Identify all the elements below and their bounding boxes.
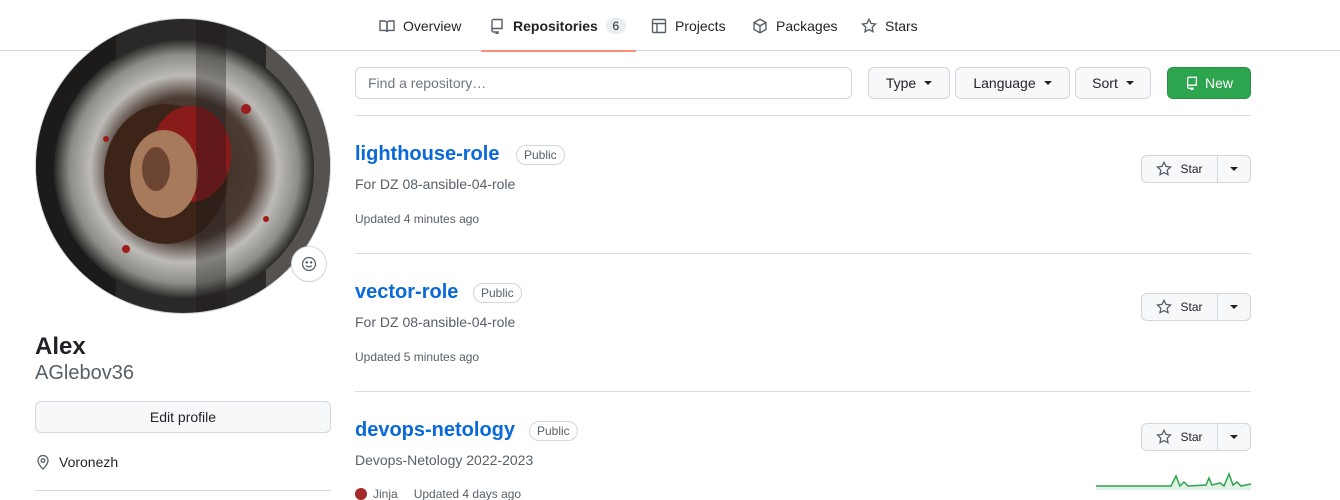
caret-down-icon (1230, 167, 1238, 171)
star-icon (1156, 161, 1173, 176)
sort-filter-button[interactable]: Sort (1075, 67, 1151, 99)
profile-login: AGlebov36 (35, 362, 134, 384)
repo-link[interactable]: lighthouse-role (355, 141, 499, 167)
edit-profile-button[interactable]: Edit profile (35, 401, 331, 433)
star-button[interactable]: Star (1141, 423, 1218, 451)
repo-updated: Updated 5 minutes ago (355, 350, 480, 364)
set-status-button[interactable] (291, 246, 327, 282)
new-repository-label: New (1204, 75, 1233, 91)
caret-down-icon (1043, 81, 1052, 85)
star-button-group: Star (1141, 423, 1251, 451)
caret-down-icon (1125, 81, 1134, 85)
star-icon (1156, 299, 1173, 314)
visibility-badge: Public (529, 421, 578, 441)
star-button[interactable]: Star (1141, 293, 1218, 321)
book-open-icon (379, 19, 395, 32)
table-icon (651, 18, 667, 33)
tab-overview[interactable]: Overview (379, 0, 461, 51)
language-filter-label: Language (973, 75, 1036, 91)
tab-stars-label: Stars (885, 17, 918, 34)
location-icon (37, 454, 49, 470)
caret-down-icon (1230, 435, 1238, 439)
language-filter-button[interactable]: Language (955, 67, 1070, 99)
find-repository-input[interactable] (355, 67, 852, 99)
avatar-container (35, 18, 331, 314)
tab-stars[interactable]: Stars (861, 0, 918, 51)
type-filter-label: Type (885, 75, 917, 91)
caret-down-icon (1230, 305, 1238, 309)
list-dropdown-button[interactable] (1218, 293, 1251, 321)
tab-packages-label: Packages (776, 17, 838, 34)
repo-meta: Updated 5 minutes ago (355, 350, 479, 364)
repo-description: For DZ 08-ansible-04-role (355, 176, 516, 192)
caret-down-icon (924, 81, 933, 85)
repositories-count: 6 (605, 17, 626, 34)
list-divider (355, 391, 1251, 392)
star-icon (1156, 429, 1173, 444)
star-label: Star (1180, 430, 1203, 444)
new-repository-button[interactable]: New (1167, 67, 1251, 99)
repo-meta: Updated 4 minutes ago (355, 212, 479, 226)
list-dropdown-button[interactable] (1218, 423, 1251, 451)
sidebar-divider (35, 490, 331, 491)
tab-projects-label: Projects (675, 17, 726, 34)
repo-language: Jinja (373, 487, 398, 500)
list-dropdown-button[interactable] (1218, 155, 1251, 183)
list-divider (355, 115, 1251, 116)
visibility-badge: Public (516, 145, 565, 165)
repo-link[interactable]: vector-role (355, 279, 458, 305)
star-button-group: Star (1141, 155, 1251, 183)
tab-packages[interactable]: Packages (752, 0, 837, 51)
profile-name: Alex (35, 333, 86, 360)
language-color-dot (355, 488, 367, 500)
star-button[interactable]: Star (1141, 155, 1218, 183)
smiley-icon (301, 256, 317, 272)
repo-icon (1186, 76, 1198, 90)
sort-filter-label: Sort (1092, 75, 1118, 91)
type-filter-button[interactable]: Type (868, 67, 950, 99)
repo-link[interactable]: devops-netology (355, 417, 515, 443)
star-icon (861, 17, 877, 33)
tab-projects[interactable]: Projects (651, 0, 726, 51)
location-label: Voronezh (59, 454, 119, 470)
repo-updated: Updated 4 minutes ago (355, 212, 480, 226)
avatar-image (36, 19, 330, 313)
star-label: Star (1180, 162, 1203, 176)
package-icon (753, 17, 767, 34)
star-button-group: Star (1141, 293, 1251, 321)
tab-repositories[interactable]: Repositories 6 (481, 0, 636, 52)
tab-overview-label: Overview (403, 17, 462, 34)
avatar[interactable] (35, 18, 331, 314)
visibility-badge: Public (473, 283, 522, 303)
repo-updated: Updated 4 days ago (413, 487, 522, 500)
repo-description: For DZ 08-ansible-04-role (355, 314, 516, 330)
repo-description: Devops-Netology 2022-2023 (355, 452, 534, 468)
repo-meta: Jinja Updated 4 days ago (355, 487, 521, 500)
profile-location: Voronezh (35, 454, 118, 470)
star-label: Star (1180, 300, 1203, 314)
tab-repositories-label: Repositories (513, 17, 598, 34)
list-divider (355, 253, 1251, 254)
repo-icon (491, 18, 503, 34)
activity-sparkline (1096, 471, 1251, 490)
